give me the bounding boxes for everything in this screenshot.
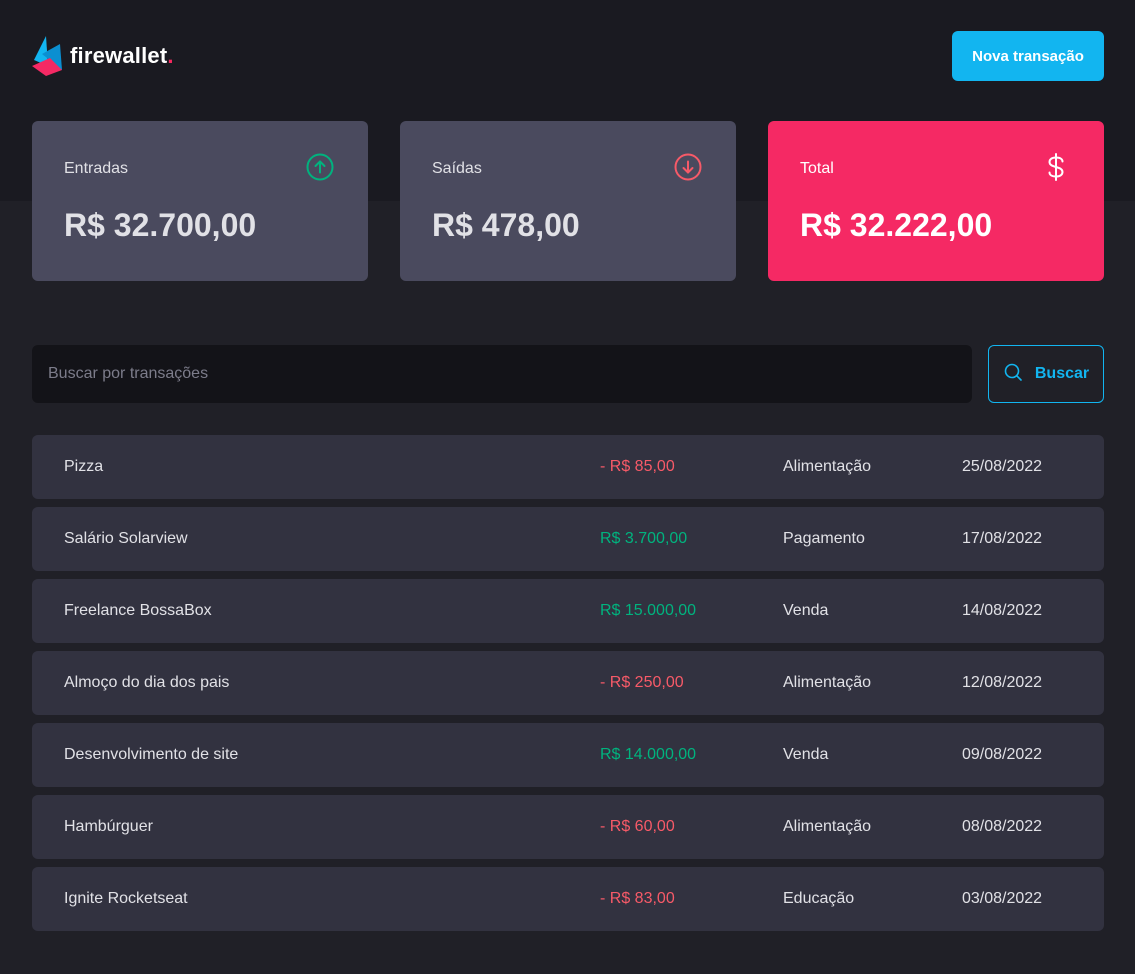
- transaction-date: 08/08/2022: [962, 818, 1043, 835]
- transaction-category: Alimentação: [783, 818, 872, 835]
- new-transaction-button[interactable]: Nova transação: [952, 31, 1104, 81]
- table-row[interactable]: Freelance BossaBox R$ 15.000,00 Venda 14…: [32, 579, 1104, 643]
- search-input[interactable]: [32, 345, 972, 403]
- transaction-price: R$ 14.000,00: [600, 746, 697, 763]
- transaction-date: 12/08/2022: [962, 674, 1043, 691]
- transaction-date: 09/08/2022: [962, 746, 1043, 763]
- summary-cards: Entradas R$ 32.700,00 Saídas R$ 478,00 T…: [32, 121, 1104, 281]
- total-card: Total R$ 32.222,00: [768, 121, 1104, 281]
- transaction-description: Desenvolvimento de site: [64, 746, 239, 763]
- table-row[interactable]: Pizza - R$ 85,00 Alimentação 25/08/2022: [32, 435, 1104, 499]
- table-row[interactable]: Almoço do dia dos pais - R$ 250,00 Alime…: [32, 651, 1104, 715]
- outcome-card: Saídas R$ 478,00: [400, 121, 736, 281]
- transaction-price: - R$ 85,00: [600, 458, 675, 475]
- transaction-description: Almoço do dia dos pais: [64, 674, 230, 691]
- search-button-label: Buscar: [1034, 365, 1090, 382]
- table-row[interactable]: Salário Solarview R$ 3.700,00 Pagamento …: [32, 507, 1104, 571]
- transaction-category: Alimentação: [783, 458, 872, 475]
- table-row[interactable]: Hambúrguer - R$ 60,00 Alimentação 08/08/…: [32, 795, 1104, 859]
- logo-dot: .: [167, 43, 174, 68]
- total-value: R$ 32.222,00: [800, 207, 993, 243]
- transaction-category: Educação: [783, 890, 855, 907]
- transaction-date: 25/08/2022: [962, 458, 1043, 475]
- app-header: firewallet. Nova transação: [32, 31, 1104, 81]
- search-button[interactable]: Buscar: [988, 345, 1104, 403]
- arrow-circle-up-icon: [304, 151, 336, 188]
- transaction-category: Venda: [783, 746, 829, 763]
- outcome-value: R$ 478,00: [432, 207, 580, 243]
- transaction-date: 17/08/2022: [962, 530, 1043, 547]
- total-label: Total: [800, 160, 834, 177]
- table-row[interactable]: Desenvolvimento de site R$ 14.000,00 Ven…: [32, 723, 1104, 787]
- transaction-description: Pizza: [64, 458, 104, 475]
- magnifying-glass-icon: [1003, 362, 1023, 387]
- transaction-date: 14/08/2022: [962, 602, 1043, 619]
- currency-dollar-icon: [1040, 151, 1072, 188]
- transaction-price: - R$ 60,00: [600, 818, 675, 835]
- transaction-price: R$ 15.000,00: [600, 602, 697, 619]
- transaction-price: R$ 3.700,00: [600, 530, 688, 547]
- flame-logo-icon: [32, 36, 62, 76]
- transaction-description: Freelance BossaBox: [64, 602, 212, 619]
- outcome-label: Saídas: [432, 160, 482, 177]
- table-row[interactable]: Ignite Rocketseat - R$ 83,00 Educação 03…: [32, 867, 1104, 931]
- transaction-category: Pagamento: [783, 530, 865, 547]
- transaction-description: Salário Solarview: [64, 530, 188, 547]
- transaction-description: Ignite Rocketseat: [64, 890, 188, 907]
- transaction-price: - R$ 83,00: [600, 890, 675, 907]
- transaction-category: Alimentação: [783, 674, 872, 691]
- transaction-description: Hambúrguer: [64, 818, 153, 835]
- income-card: Entradas R$ 32.700,00: [32, 121, 368, 281]
- transaction-category: Venda: [783, 602, 829, 619]
- income-value: R$ 32.700,00: [64, 207, 257, 243]
- transaction-date: 03/08/2022: [962, 890, 1043, 907]
- search-form: Buscar: [32, 345, 1104, 403]
- logo-text: firewallet: [70, 43, 168, 68]
- transactions-table: Pizza - R$ 85,00 Alimentação 25/08/2022 …: [32, 435, 1104, 931]
- transaction-price: - R$ 250,00: [600, 674, 684, 691]
- arrow-circle-down-icon: [672, 151, 704, 188]
- logo[interactable]: firewallet.: [32, 36, 174, 76]
- income-label: Entradas: [64, 160, 129, 177]
